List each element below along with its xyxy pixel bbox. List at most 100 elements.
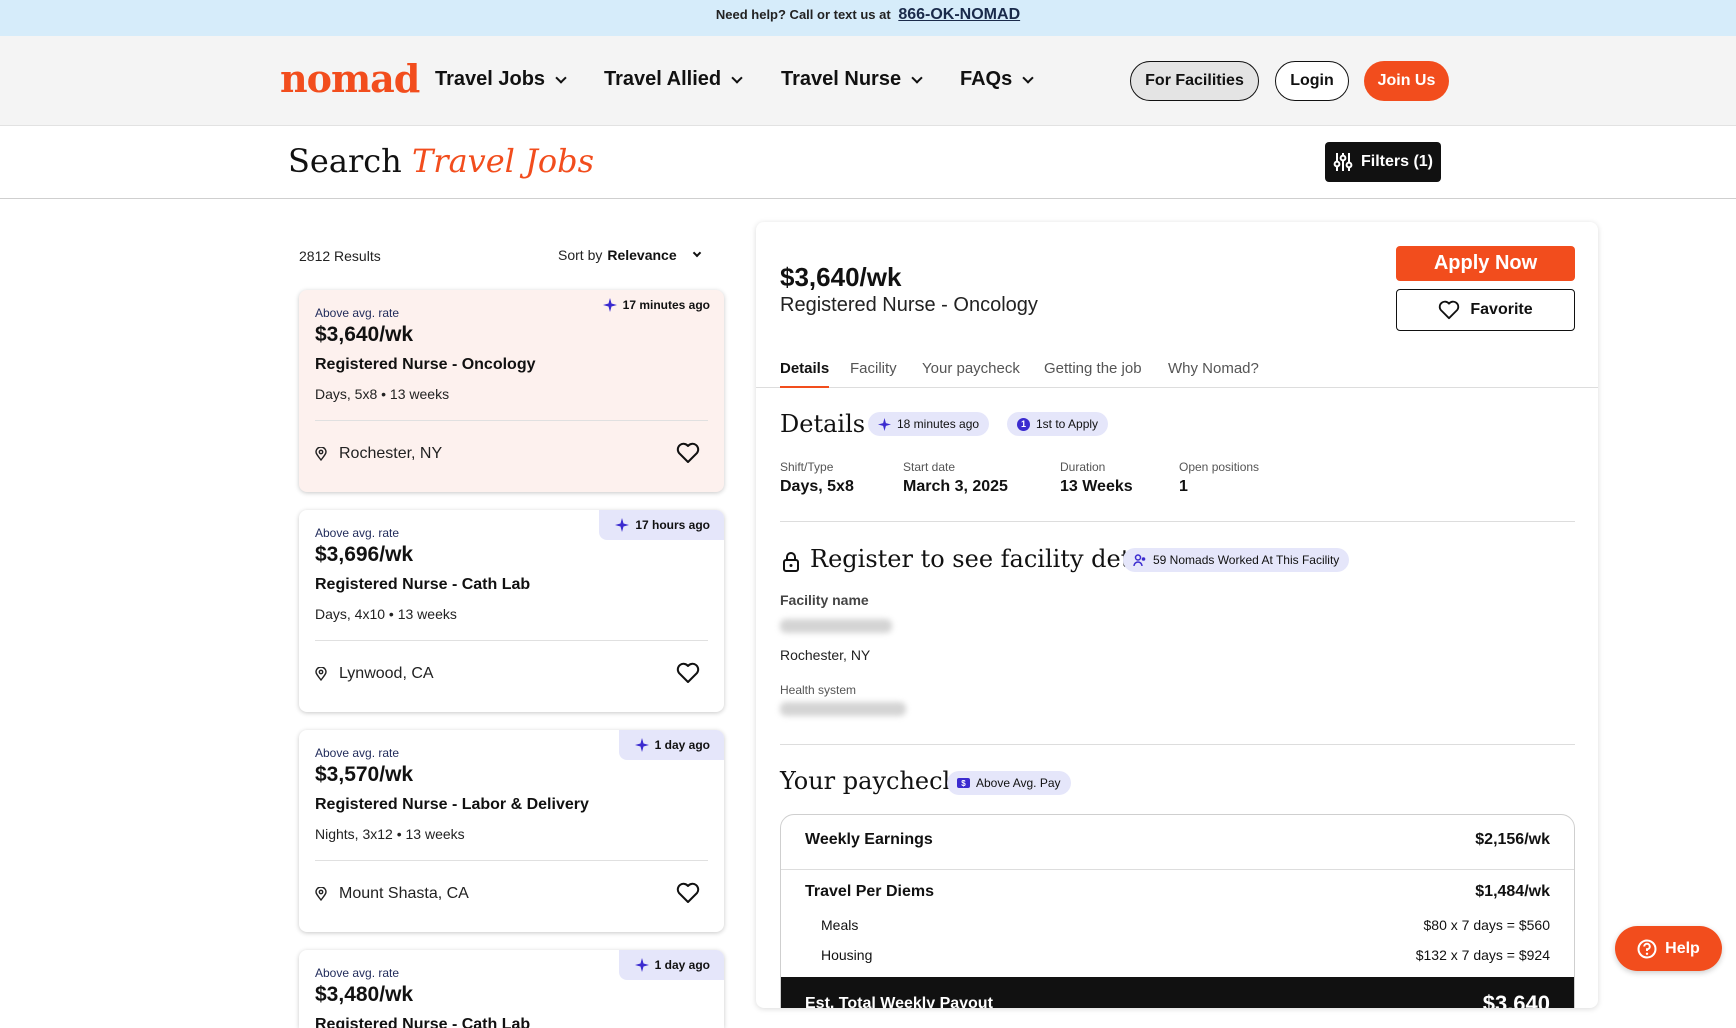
stat-value: 13 Weeks <box>1060 478 1133 495</box>
stat-value: 1 <box>1179 478 1188 495</box>
favorite-label: Favorite <box>1470 301 1533 318</box>
tab-details[interactable]: Details <box>780 360 830 388</box>
location-text: Mount Shasta, CA <box>339 885 469 902</box>
page-title-plain: Search <box>288 142 402 180</box>
job-card[interactable]: 1 day ago Above avg. rate $3,480/wk Regi… <box>299 950 724 1028</box>
job-location: Lynwood, CA <box>315 665 434 683</box>
row-value: $80 x 7 days = $560 <box>1423 917 1551 933</box>
chevron-down-icon <box>555 71 567 84</box>
job-title: Registered Nurse - Oncology <box>315 356 536 373</box>
sliders-icon <box>1333 153 1353 171</box>
tab-your-paycheck[interactable]: Your paycheck <box>922 360 1020 388</box>
stat-label: Shift/Type <box>780 460 834 474</box>
rate-badge: Above avg. rate <box>315 966 400 980</box>
posted-chip: 1 day ago <box>618 730 724 760</box>
job-card[interactable]: 1 day ago Above avg. rate $3,570/wk Regi… <box>299 730 724 932</box>
health-system-label: Health system <box>780 683 857 697</box>
facility-name-blurred <box>780 619 892 633</box>
chevron-down-icon <box>731 71 743 84</box>
apply-now-button[interactable]: Apply Now <box>1396 246 1575 281</box>
job-card[interactable]: 17 minutes ago Above avg. rate $3,640/wk… <box>299 290 724 492</box>
job-price: $3,696/wk <box>315 543 414 566</box>
nomad-logo[interactable]: nomad <box>280 56 420 101</box>
stat-value: Days, 5x8 <box>780 478 854 495</box>
meals-row: Meals $80 x 7 days = $560 <box>821 917 1550 933</box>
job-title: Registered Nurse - Cath Lab <box>315 1016 531 1028</box>
heart-icon[interactable] <box>676 442 700 464</box>
nav-travel-nurse[interactable]: Travel Nurse <box>781 68 923 91</box>
job-price: $3,570/wk <box>315 763 414 786</box>
help-button[interactable]: Help <box>1615 926 1722 971</box>
posted-time: 17 minutes ago <box>622 298 710 312</box>
stat-open-positions: Open positions 1 <box>1179 460 1259 496</box>
tab-why-nomad[interactable]: Why Nomad? <box>1168 360 1259 388</box>
login-button[interactable]: Login <box>1275 61 1349 101</box>
posted-time: 17 hours ago <box>635 518 710 532</box>
heart-icon <box>1439 300 1460 320</box>
people-icon <box>1133 553 1146 566</box>
filters-button[interactable]: Filters (1) <box>1325 142 1441 182</box>
sort-dropdown[interactable]: Sort by Relevance <box>558 247 701 263</box>
nav-travel-jobs[interactable]: Travel Jobs <box>435 68 567 91</box>
nav-label: FAQs <box>960 68 1013 90</box>
main-nav: nomad Travel Jobs Travel Allied Travel N… <box>0 36 1736 126</box>
map-pin-icon <box>315 447 327 461</box>
total-value: $3,640 <box>1482 991 1550 1008</box>
sort-value: Relevance <box>607 247 677 263</box>
posted-chip: 1 day ago <box>618 950 724 980</box>
row-label: Travel Per Diems <box>805 883 934 900</box>
facility-heading: Register to see facility details <box>810 545 1173 573</box>
map-pin-icon <box>315 887 327 901</box>
posted-time: 1 day ago <box>654 738 710 752</box>
for-facilities-button[interactable]: For Facilities <box>1130 61 1259 101</box>
favorite-button[interactable]: Favorite <box>1396 289 1575 331</box>
job-detail-panel: $3,640/wk Registered Nurse - Oncology Ap… <box>756 222 1598 1008</box>
job-card[interactable]: 17 hours ago Above avg. rate $3,696/wk R… <box>299 510 724 712</box>
chevron-down-icon <box>911 71 923 84</box>
row-label: Housing <box>821 947 873 963</box>
posted-time: 1 day ago <box>654 958 710 972</box>
map-pin-icon <box>315 667 327 681</box>
job-meta: Nights, 3x12 • 13 weeks <box>315 826 465 842</box>
job-price: $3,640/wk <box>315 323 414 346</box>
nav-label: Travel Jobs <box>435 68 546 90</box>
detail-title: Registered Nurse - Oncology <box>780 294 1038 316</box>
rate-badge: Above avg. rate <box>315 526 400 540</box>
heart-icon[interactable] <box>676 662 700 684</box>
detail-tabs: Details Facility Your paycheck Getting t… <box>756 360 1598 388</box>
phone-link[interactable]: 866-OK-NOMAD <box>898 6 1020 23</box>
nav-travel-allied[interactable]: Travel Allied <box>604 68 743 91</box>
paycheck-heading: Your paycheck <box>780 767 958 795</box>
tab-getting-the-job[interactable]: Getting the job <box>1044 360 1142 388</box>
paycheck-table: Weekly Earnings $2,156/wk Travel Per Die… <box>780 814 1575 1008</box>
filters-label: Filters (1) <box>1360 153 1433 170</box>
nav-faqs[interactable]: FAQs <box>960 68 1034 91</box>
stat-label: Start date <box>903 460 956 474</box>
first-to-apply-chip: 1 1st to Apply <box>1007 412 1109 436</box>
search-header: Search Travel Jobs Filters (1) <box>0 126 1736 199</box>
dollar-icon: $ <box>957 778 970 788</box>
location-text: Lynwood, CA <box>339 665 434 682</box>
per-diem-row: Travel Per Diems $1,484/wk <box>805 883 1550 901</box>
heart-icon[interactable] <box>676 882 700 904</box>
row-value: $1,484/wk <box>1475 883 1550 900</box>
row-value: $132 x 7 days = $924 <box>1415 947 1550 963</box>
sparkle-icon <box>634 958 649 972</box>
job-meta: Days, 4x10 • 13 weeks <box>315 606 457 622</box>
above-avg-pay-text: Above Avg. Pay <box>976 776 1061 790</box>
join-us-button[interactable]: Join Us <box>1364 61 1449 101</box>
stat-start-date: Start date March 3, 2025 <box>903 460 1008 496</box>
posted-chip: 17 minutes ago <box>587 290 724 320</box>
stat-value: March 3, 2025 <box>903 478 1008 495</box>
stat-duration: Duration 13 Weeks <box>1060 460 1133 496</box>
divider <box>315 860 708 861</box>
page-title: Search Travel Jobs <box>288 142 594 180</box>
nav-label: Travel Nurse <box>781 68 902 90</box>
divider <box>781 869 1574 870</box>
location-text: Rochester, NY <box>339 445 443 462</box>
results-count: 2812 Results <box>299 248 381 264</box>
job-price: $3,480/wk <box>315 983 414 1006</box>
tab-facility[interactable]: Facility <box>850 360 897 388</box>
page-title-accent: Travel Jobs <box>411 142 595 180</box>
posted-chip-text: 18 minutes ago <box>897 417 980 431</box>
